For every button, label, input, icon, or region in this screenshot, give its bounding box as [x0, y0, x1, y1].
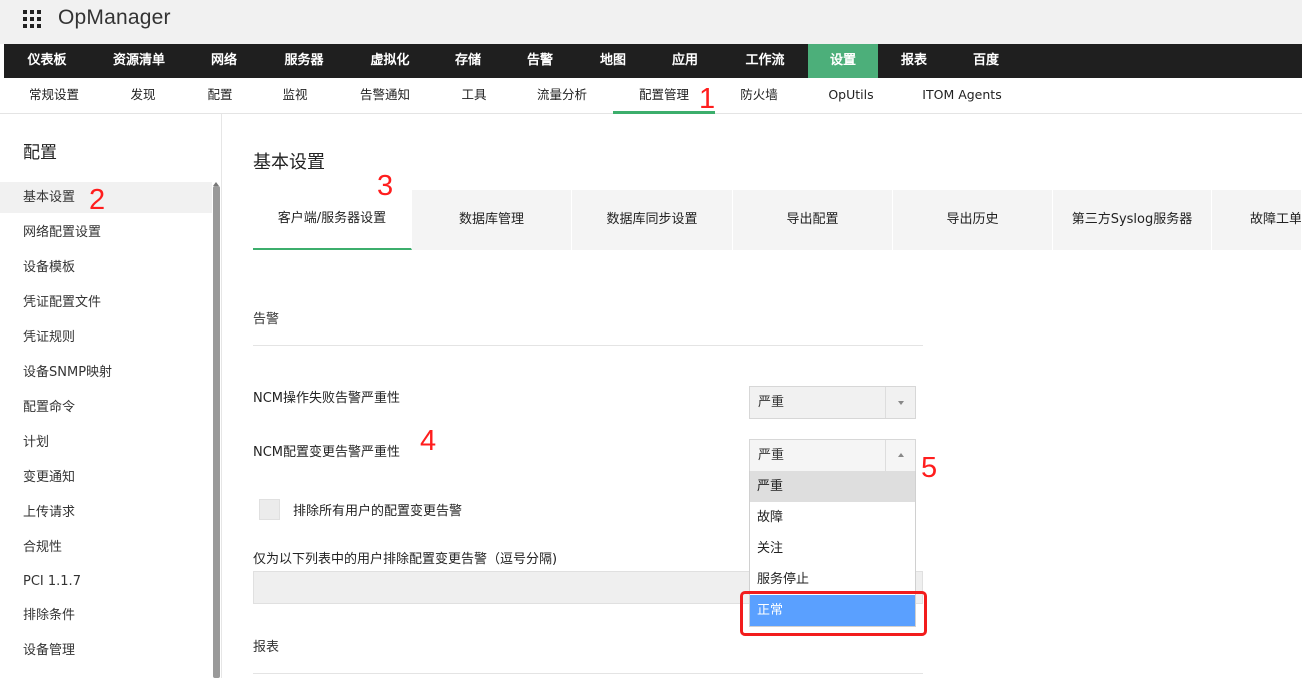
sidebar-item-schedules[interactable]: 计划: [0, 427, 212, 458]
report-section-divider: [253, 673, 923, 674]
main-nav-item-storage[interactable]: 存储: [442, 44, 494, 78]
sidebar-item-change-notification[interactable]: 变更通知: [0, 462, 212, 493]
ncm-fail-severity-value: 严重: [758, 395, 785, 410]
sidebar-item-network-config[interactable]: 网络配置设置: [0, 217, 212, 248]
severity-option-trouble[interactable]: 故障: [750, 502, 915, 533]
sidebar-item-credential-profiles[interactable]: 凭证配置文件: [0, 287, 212, 318]
sidebar-item-device-management[interactable]: 设备管理: [0, 635, 212, 666]
main-nav-item-baidu[interactable]: 百度: [960, 44, 1012, 78]
main-nav-item-dashboard[interactable]: 仪表板: [12, 44, 82, 78]
main-nav-item-apps[interactable]: 应用: [659, 44, 711, 78]
main-nav-item-virtualization[interactable]: 虚拟化: [355, 44, 425, 78]
tab-trouble-ticket[interactable]: 故障工单: [1212, 190, 1302, 250]
annotation-4: 4: [420, 425, 437, 457]
sub-nav-item-itom-agents[interactable]: ITOM Agents: [912, 78, 1012, 114]
page-title: 基本设置: [253, 152, 325, 173]
ncm-change-severity-value: 严重: [758, 448, 785, 463]
tab-export-config[interactable]: 导出配置: [733, 190, 893, 250]
sidebar-item-upload-requests[interactable]: 上传请求: [0, 497, 212, 528]
severity-option-attention[interactable]: 关注: [750, 533, 915, 564]
sidebar-heading: 配置: [23, 143, 57, 163]
main-nav-item-maps[interactable]: 地图: [587, 44, 639, 78]
sidebar-item-device-templates[interactable]: 设备模板: [0, 252, 212, 283]
sub-nav-item-tools[interactable]: 工具: [449, 78, 499, 114]
main-nav-item-alarms[interactable]: 告警: [514, 44, 566, 78]
main-nav-item-inventory[interactable]: 资源清单: [99, 44, 179, 78]
tab-database-sync[interactable]: 数据库同步设置: [572, 190, 733, 250]
settings-tabs: 客户端/服务器设置 数据库管理 数据库同步设置 导出配置 导出历史 第三方Sys…: [253, 190, 1302, 250]
tab-export-history[interactable]: 导出历史: [893, 190, 1053, 250]
main-nav-item-network[interactable]: 网络: [199, 44, 249, 78]
sidebar-item-config-commands[interactable]: 配置命令: [0, 392, 212, 423]
sub-nav-item-firewall[interactable]: 防火墙: [734, 78, 784, 114]
annotation-highlight-box: [740, 591, 927, 636]
alarm-section-title: 告警: [253, 312, 280, 327]
exclude-all-users-label: 排除所有用户的配置变更告警: [293, 504, 463, 519]
main-nav-item-workflow[interactable]: 工作流: [730, 44, 800, 78]
ncm-change-severity-select[interactable]: 严重: [749, 439, 916, 472]
annotation-2: 2: [89, 184, 106, 216]
sidebar-item-snmp-mapping[interactable]: 设备SNMP映射: [0, 357, 212, 388]
sub-nav-item-notification[interactable]: 告警通知: [350, 78, 420, 114]
exclude-list-label: 仅为以下列表中的用户排除配置变更告警（逗号分隔): [253, 552, 558, 567]
severity-option-critical[interactable]: 严重: [750, 471, 915, 502]
sidebar-scrollbar[interactable]: [213, 186, 220, 678]
sidebar-item-pci[interactable]: PCI 1.1.7: [0, 566, 212, 597]
sidebar: 配置 基本设置 网络配置设置 设备模板 凭证配置文件 凭证规则 设备SNMP映射…: [0, 114, 222, 678]
main-nav-item-servers[interactable]: 服务器: [272, 44, 336, 78]
main-nav: 仪表板 资源清单 网络 服务器 虚拟化 存储 告警 地图 应用 工作流 设置 报…: [4, 44, 1302, 78]
ncm-change-severity-label: NCM配置变更告警严重性: [253, 445, 401, 460]
sidebar-item-credential-rules[interactable]: 凭证规则: [0, 322, 212, 353]
sub-nav-item-oputils[interactable]: OpUtils: [816, 78, 886, 114]
sidebar-item-compliance[interactable]: 合规性: [0, 532, 212, 563]
report-section-title: 报表: [253, 640, 280, 655]
sub-nav-item-netflow[interactable]: 流量分析: [527, 78, 597, 114]
chevron-up-icon[interactable]: [885, 440, 915, 471]
exclude-all-users-checkbox[interactable]: [259, 499, 280, 520]
sub-nav-item-discovery[interactable]: 发现: [118, 78, 168, 114]
ncm-fail-severity-label: NCM操作失败告警严重性: [253, 391, 401, 406]
annotation-3: 3: [377, 170, 394, 202]
sub-nav-item-monitoring[interactable]: 监视: [270, 78, 320, 114]
main-nav-item-settings[interactable]: 设置: [808, 44, 878, 78]
sub-nav-item-config[interactable]: 配置: [195, 78, 245, 114]
annotation-1: 1: [699, 83, 716, 115]
tab-database-management[interactable]: 数据库管理: [412, 190, 572, 250]
main-nav-item-reports[interactable]: 报表: [888, 44, 940, 78]
sidebar-item-basic-settings[interactable]: 基本设置: [0, 182, 212, 213]
sub-nav: 常规设置 发现 配置 监视 告警通知 工具 流量分析 配置管理 防火墙 OpUt…: [0, 78, 1302, 114]
alarm-section-divider: [253, 345, 923, 346]
apps-grid-icon[interactable]: [23, 10, 41, 28]
tab-syslog-server[interactable]: 第三方Syslog服务器: [1053, 190, 1212, 250]
annotation-5: 5: [921, 452, 938, 484]
severity-dropdown-list: 严重 故障 关注 服务停止: [749, 471, 916, 601]
top-bar: OpManager: [0, 0, 1302, 44]
sidebar-item-exclusion[interactable]: 排除条件: [0, 600, 212, 631]
app-title: OpManager: [58, 6, 171, 29]
chevron-down-icon[interactable]: [885, 387, 915, 418]
sub-nav-item-general[interactable]: 常规设置: [19, 78, 89, 114]
ncm-fail-severity-select[interactable]: 严重: [749, 386, 916, 419]
